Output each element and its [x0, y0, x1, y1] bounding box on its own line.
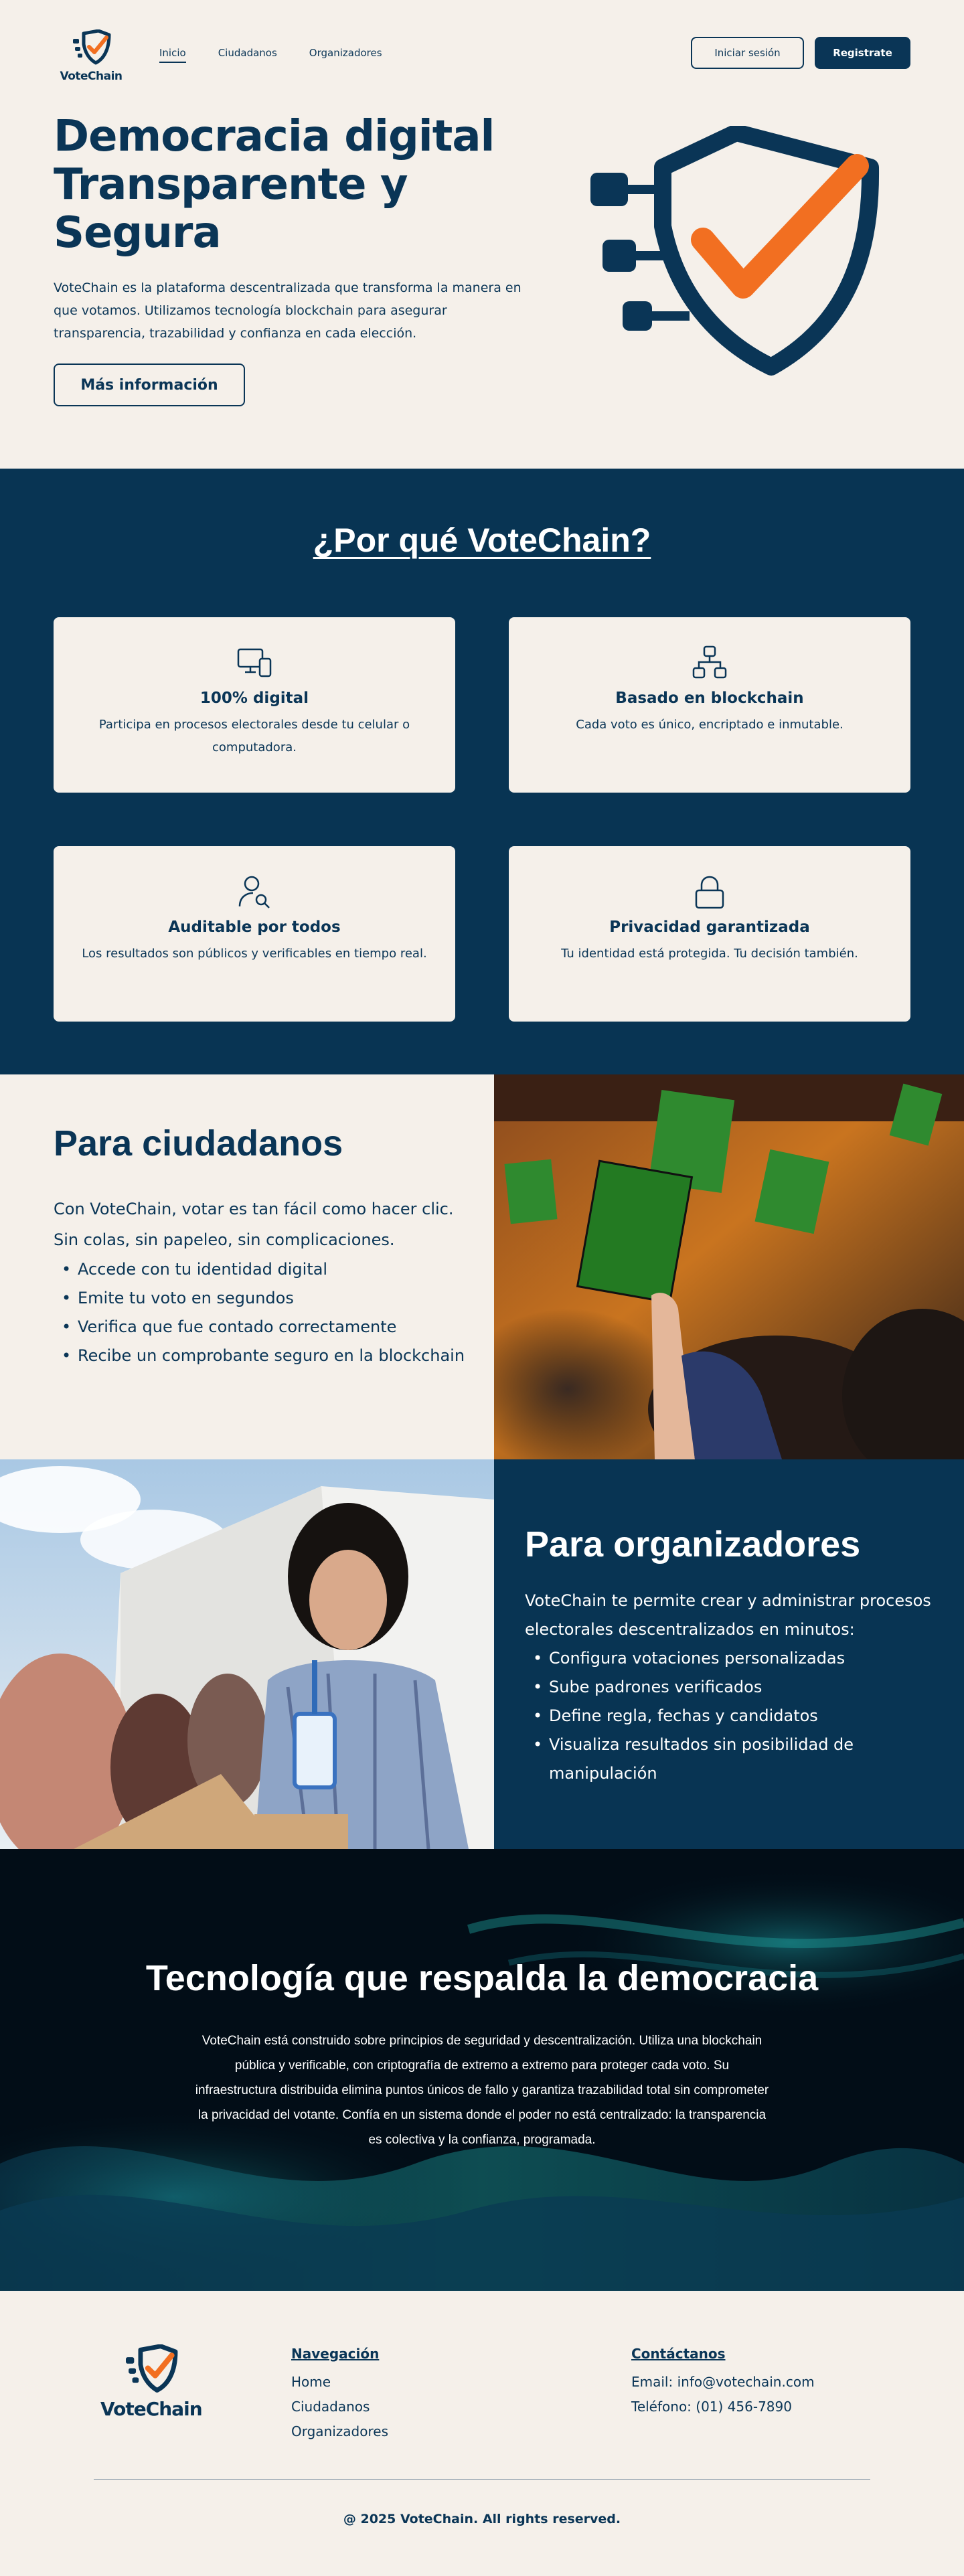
list-item: Define regla, fechas y candidatos — [525, 1702, 953, 1730]
lock-icon — [695, 876, 724, 909]
footer-contact-title: Contáctanos — [631, 2346, 726, 2362]
organizer-photo — [0, 1459, 494, 1849]
list-item: Sube padrones verificados — [525, 1673, 953, 1702]
list-item: Emite tu voto en segundos — [54, 1284, 469, 1313]
footer-email: Email: info@votechain.com — [631, 2374, 815, 2390]
footer: VoteChain Navegación Home Ciudadanos Org… — [0, 2291, 964, 2576]
nav-link-organizadores[interactable]: Organizadores — [309, 47, 382, 63]
organizers-bullets: Configura votaciones personalizadas Sube… — [525, 1644, 953, 1788]
list-item: Configura votaciones personalizadas — [525, 1644, 953, 1673]
login-button[interactable]: Iniciar sesión — [691, 37, 804, 69]
footer-logo[interactable]: VoteChain — [100, 2344, 203, 2420]
footer-nav-title: Navegación — [291, 2346, 380, 2362]
tech-description: VoteChain está construido sobre principi… — [195, 2034, 769, 2147]
logo-text: VoteChain — [60, 70, 123, 83]
hero-title-line: Segura — [54, 208, 222, 258]
logo[interactable]: VoteChain — [59, 29, 123, 83]
footer-contact-column: Contáctanos Email: info@votechain.com Te… — [631, 2346, 815, 2419]
footer-nav-column: Navegación Home Ciudadanos Organizadores — [291, 2346, 388, 2444]
why-section: ¿Por qué VoteChain? 100% digital Partici… — [0, 469, 964, 1074]
citizens-intro: Sin colas, sin papeleo, sin complicacion… — [54, 1230, 395, 1249]
card-title: Privacidad garantizada — [609, 918, 810, 936]
main-nav: Inicio Ciudadanos Organizadores — [159, 47, 382, 63]
list-item: Accede con tu identidad digital — [54, 1255, 469, 1284]
citizens-title: Para ciudadanos — [54, 1123, 343, 1163]
citizens-intro: Con VoteChain, votar es tan fácil como h… — [54, 1200, 454, 1218]
citizens-section: Para ciudadanos Con VoteChain, votar es … — [0, 1074, 964, 1459]
footer-divider — [94, 2479, 870, 2480]
organizers-body: VoteChain te permite crear y administrar… — [525, 1587, 953, 1788]
user-search-icon — [238, 876, 270, 908]
card-description: Cada voto es único, encriptado e inmutab… — [576, 718, 843, 732]
feature-card-auditable: Auditable por todos Los resultados son p… — [54, 846, 455, 1022]
footer-link-organizadores[interactable]: Organizadores — [291, 2419, 388, 2444]
card-description: Participa en procesos electorales desde … — [98, 718, 410, 754]
footer-copyright: @ 2025 VoteChain. All rights reserved. — [343, 2512, 621, 2526]
organizers-section: Para organizadores VoteChain te permite … — [0, 1459, 964, 1849]
more-info-button[interactable]: Más información — [54, 364, 245, 406]
why-title: ¿Por qué VoteChain? — [313, 521, 651, 559]
footer-logo-text: VoteChain — [100, 2398, 203, 2420]
card-title: 100% digital — [199, 690, 309, 707]
hero-title-line: Democracia digital — [54, 112, 495, 161]
hero-section: Democracia digital Transparente y Segura… — [0, 106, 964, 469]
network-icon — [692, 645, 727, 679]
footer-phone: Teléfono: (01) 456-7890 — [631, 2399, 792, 2415]
organizers-intro: VoteChain te permite crear y administrar… — [525, 1591, 931, 1639]
card-description: Los resultados son públicos y verificabl… — [82, 947, 427, 961]
organizers-title: Para organizadores — [525, 1524, 861, 1564]
shield-check-icon — [590, 126, 880, 376]
card-title: Auditable por todos — [168, 918, 341, 936]
hero-description: VoteChain es la plataforma descentraliza… — [54, 280, 521, 341]
nav-link-inicio[interactable]: Inicio — [159, 47, 186, 63]
citizens-body: Con VoteChain, votar es tan fácil como h… — [54, 1194, 469, 1370]
votechain-logo-icon — [126, 2344, 178, 2393]
nav-link-ciudadanos[interactable]: Ciudadanos — [218, 47, 277, 63]
hero-title: Democracia digital Transparente y Segura — [54, 112, 536, 257]
tech-title: Tecnología que respalda la democracia — [145, 1958, 819, 1998]
devices-icon — [237, 648, 272, 677]
register-button[interactable]: Registrate — [815, 37, 910, 69]
top-nav: VoteChain Inicio Ciudadanos Organizadore… — [0, 0, 964, 106]
footer-link-ciudadanos[interactable]: Ciudadanos — [291, 2395, 388, 2419]
technology-section: Tecnología que respalda la democracia Vo… — [0, 1849, 964, 2291]
list-item: Recibe un comprobante seguro en la block… — [54, 1342, 469, 1370]
citizens-text-panel: Para ciudadanos Con VoteChain, votar es … — [0, 1074, 494, 1459]
voting-cards-photo — [494, 1074, 964, 1459]
footer-link-home[interactable]: Home — [291, 2370, 388, 2395]
citizens-bullets: Accede con tu identidad digital Emite tu… — [54, 1255, 469, 1370]
votechain-logo-icon — [73, 29, 111, 65]
feature-card-privacy: Privacidad garantizada Tu identidad está… — [509, 846, 910, 1022]
list-item: Visualiza resultados sin posibilidad de … — [525, 1730, 953, 1788]
card-description: Tu identidad está protegida. Tu decisión… — [561, 947, 858, 961]
feature-card-blockchain: Basado en blockchain Cada voto es único,… — [509, 617, 910, 793]
hero-title-line: Transparente y — [54, 160, 408, 210]
card-title: Basado en blockchain — [615, 690, 804, 707]
organizers-text-panel: Para organizadores VoteChain te permite … — [494, 1459, 964, 1849]
feature-card-digital: 100% digital Participa en procesos elect… — [54, 617, 455, 793]
list-item: Verifica que fue contado correctamente — [54, 1313, 469, 1342]
